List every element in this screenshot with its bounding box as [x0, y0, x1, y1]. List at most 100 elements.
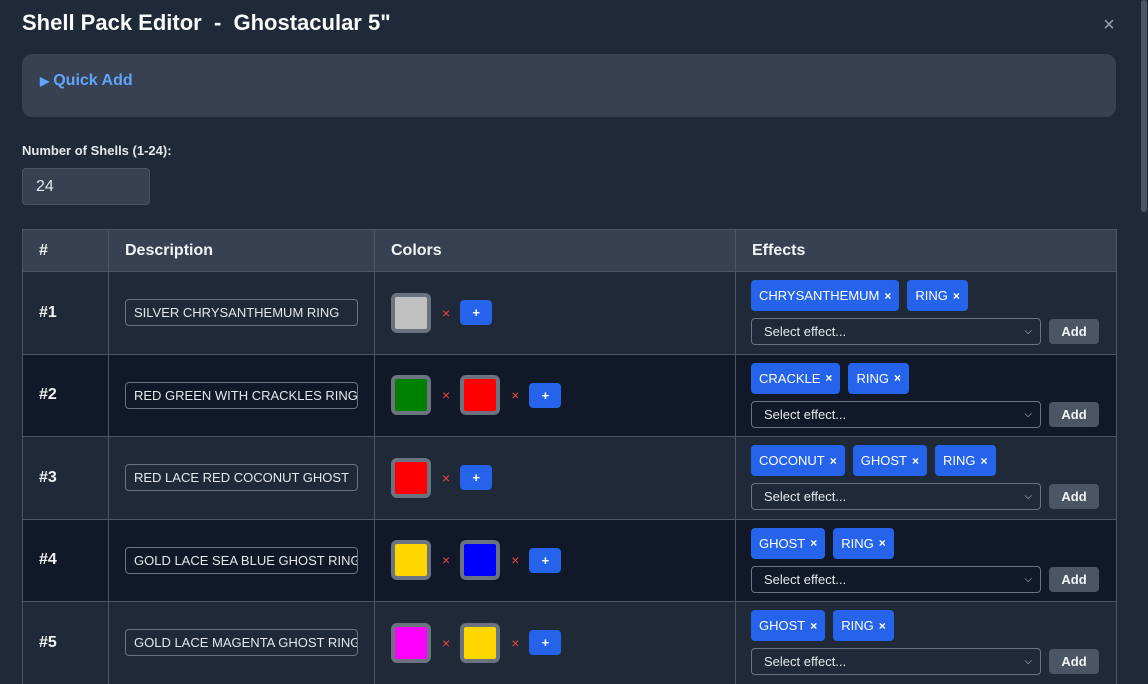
- effect-tag: RING ×: [848, 362, 909, 394]
- effects-cell: GHOST × RING × Select effect... ⌵ Add: [735, 601, 1117, 684]
- effect-tags: CHRYSANTHEMUM × RING ×: [751, 280, 1116, 311]
- add-effect-button[interactable]: Add: [1049, 484, 1099, 509]
- effect-add-row: Select effect... ⌵ Add: [751, 483, 1116, 510]
- remove-color-icon[interactable]: ×: [442, 635, 450, 651]
- colors-list: × +: [391, 457, 735, 498]
- remove-effect-icon[interactable]: ×: [953, 289, 960, 303]
- effect-tag: GHOST ×: [751, 527, 826, 559]
- remove-color-icon[interactable]: ×: [442, 305, 450, 321]
- remove-effect-icon[interactable]: ×: [879, 619, 886, 633]
- table-row: #1 × + CHRYSANTHEMUM×RING× Select effect...⌵…: [22, 271, 1117, 355]
- remove-color-icon[interactable]: ×: [511, 387, 519, 403]
- close-icon[interactable]: ×: [1098, 14, 1120, 36]
- num-shells-input[interactable]: [22, 168, 150, 205]
- description-cell: [108, 353, 375, 437]
- colors-list: × × +: [391, 622, 735, 663]
- description-input[interactable]: [125, 464, 358, 492]
- remove-effect-icon[interactable]: ×: [810, 536, 817, 550]
- effect-tag: COCONUT ×: [751, 445, 845, 476]
- color-swatch[interactable]: [391, 292, 431, 333]
- add-color-button[interactable]: +: [529, 547, 562, 573]
- remove-color-icon[interactable]: ×: [442, 387, 450, 403]
- effect-tag-label: RING: [841, 535, 874, 551]
- color-swatch[interactable]: [460, 540, 501, 581]
- row-index: #4: [22, 518, 109, 602]
- modal-title: Shell Pack Editor - Ghostacular 5": [22, 10, 391, 35]
- description-input[interactable]: [125, 546, 358, 574]
- row-index: #1: [22, 271, 109, 355]
- effect-tag-label: RING: [856, 370, 889, 386]
- description-cell: [108, 271, 375, 355]
- header-description: Description: [108, 229, 375, 272]
- remove-effect-icon[interactable]: ×: [894, 371, 901, 385]
- effect-add-row: Select effect... ⌵ Add: [751, 648, 1116, 675]
- remove-effect-icon[interactable]: ×: [980, 454, 987, 468]
- add-effect-button[interactable]: Add: [1049, 401, 1099, 427]
- remove-effect-icon[interactable]: ×: [884, 289, 891, 303]
- effect-tag: GHOST ×: [852, 445, 927, 476]
- effect-select[interactable]: Select effect... ⌵: [751, 648, 1041, 675]
- effect-select[interactable]: Select effect... ⌵: [751, 483, 1041, 510]
- remove-color-icon[interactable]: ×: [511, 635, 519, 651]
- effect-tags: COCONUT × GHOST × RING ×: [751, 445, 1116, 476]
- effect-tag-label: COCONUT: [759, 453, 825, 468]
- colors-cell: × × +: [374, 353, 736, 437]
- colors-list: × × +: [391, 375, 735, 416]
- description-cell: [108, 518, 375, 602]
- scrollbar-thumb[interactable]: [1141, 0, 1147, 212]
- table-header-row: # Description Colors Effects: [22, 229, 1117, 272]
- effect-tag: RING ×: [934, 445, 996, 476]
- description-input[interactable]: [125, 381, 358, 409]
- shell-pack-editor-modal: Shell Pack Editor - Ghostacular 5" × ▶ Q…: [0, 0, 1148, 684]
- effect-tag-label: CRACKLE: [759, 370, 821, 386]
- quick-add-panel: ▶ Quick Add: [22, 54, 1116, 117]
- color-swatch[interactable]: [391, 375, 431, 416]
- add-color-button[interactable]: +: [529, 382, 562, 408]
- shells-table: # Description Colors Effects #1×+CHRYSAN…: [22, 229, 1117, 684]
- effect-select[interactable]: Select effect... ⌵: [751, 565, 1041, 593]
- colors-list: × × +: [391, 540, 735, 581]
- effects-cell: GHOST × RING × Select effect... ⌵ Add: [735, 518, 1117, 602]
- chevron-down-icon: ⌵: [1024, 656, 1032, 667]
- effect-tag: CHRYSANTHEMUM ×: [751, 280, 900, 311]
- quick-add-label: Quick Add: [53, 72, 133, 89]
- chevron-down-icon: ⌵: [1024, 573, 1032, 585]
- add-effect-button[interactable]: Add: [1049, 319, 1099, 344]
- effect-add-row: Select effect... ⌵ Add: [751, 400, 1116, 428]
- remove-effect-icon[interactable]: ×: [879, 536, 886, 550]
- effects-cell: CRACKLE × RING × Select effect... ⌵ Add: [735, 353, 1117, 437]
- row-index: #3: [22, 436, 109, 520]
- effect-tag: RING ×: [907, 280, 968, 311]
- add-color-button[interactable]: +: [460, 465, 493, 491]
- effect-tag: RING ×: [833, 527, 894, 559]
- remove-effect-icon[interactable]: ×: [825, 371, 832, 385]
- quick-add-toggle[interactable]: ▶ Quick Add: [40, 72, 133, 90]
- remove-effect-icon[interactable]: ×: [912, 454, 919, 468]
- table-row: #2 × × + CRACKLE × RING × Select effect... ⌵ Add: [22, 353, 1117, 437]
- remove-color-icon[interactable]: ×: [442, 552, 450, 568]
- effect-tags: CRACKLE × RING ×: [751, 362, 1116, 394]
- effect-select[interactable]: Select effect... ⌵: [751, 400, 1041, 428]
- description-input[interactable]: [125, 629, 358, 657]
- remove-color-icon[interactable]: ×: [511, 552, 519, 568]
- effect-select[interactable]: Select effect... ⌵: [751, 318, 1041, 345]
- description-input[interactable]: [125, 299, 358, 327]
- remove-effect-icon[interactable]: ×: [810, 619, 817, 633]
- color-swatch[interactable]: [460, 622, 501, 663]
- color-swatch[interactable]: [391, 457, 431, 498]
- add-effect-button[interactable]: Add: [1049, 649, 1099, 674]
- description-cell: [108, 436, 375, 520]
- remove-color-icon[interactable]: ×: [442, 470, 450, 486]
- add-color-button[interactable]: +: [529, 630, 562, 656]
- remove-effect-icon[interactable]: ×: [830, 454, 837, 468]
- header-colors: Colors: [374, 229, 736, 272]
- color-swatch[interactable]: [391, 540, 431, 581]
- effect-tags: GHOST × RING ×: [751, 610, 1116, 641]
- add-color-button[interactable]: +: [460, 300, 493, 326]
- color-swatch[interactable]: [391, 622, 431, 663]
- row-index: #5: [22, 601, 109, 684]
- color-swatch[interactable]: [460, 375, 501, 416]
- colors-cell: × × +: [374, 601, 736, 684]
- add-effect-button[interactable]: Add: [1049, 566, 1099, 592]
- header-effects: Effects: [735, 229, 1117, 272]
